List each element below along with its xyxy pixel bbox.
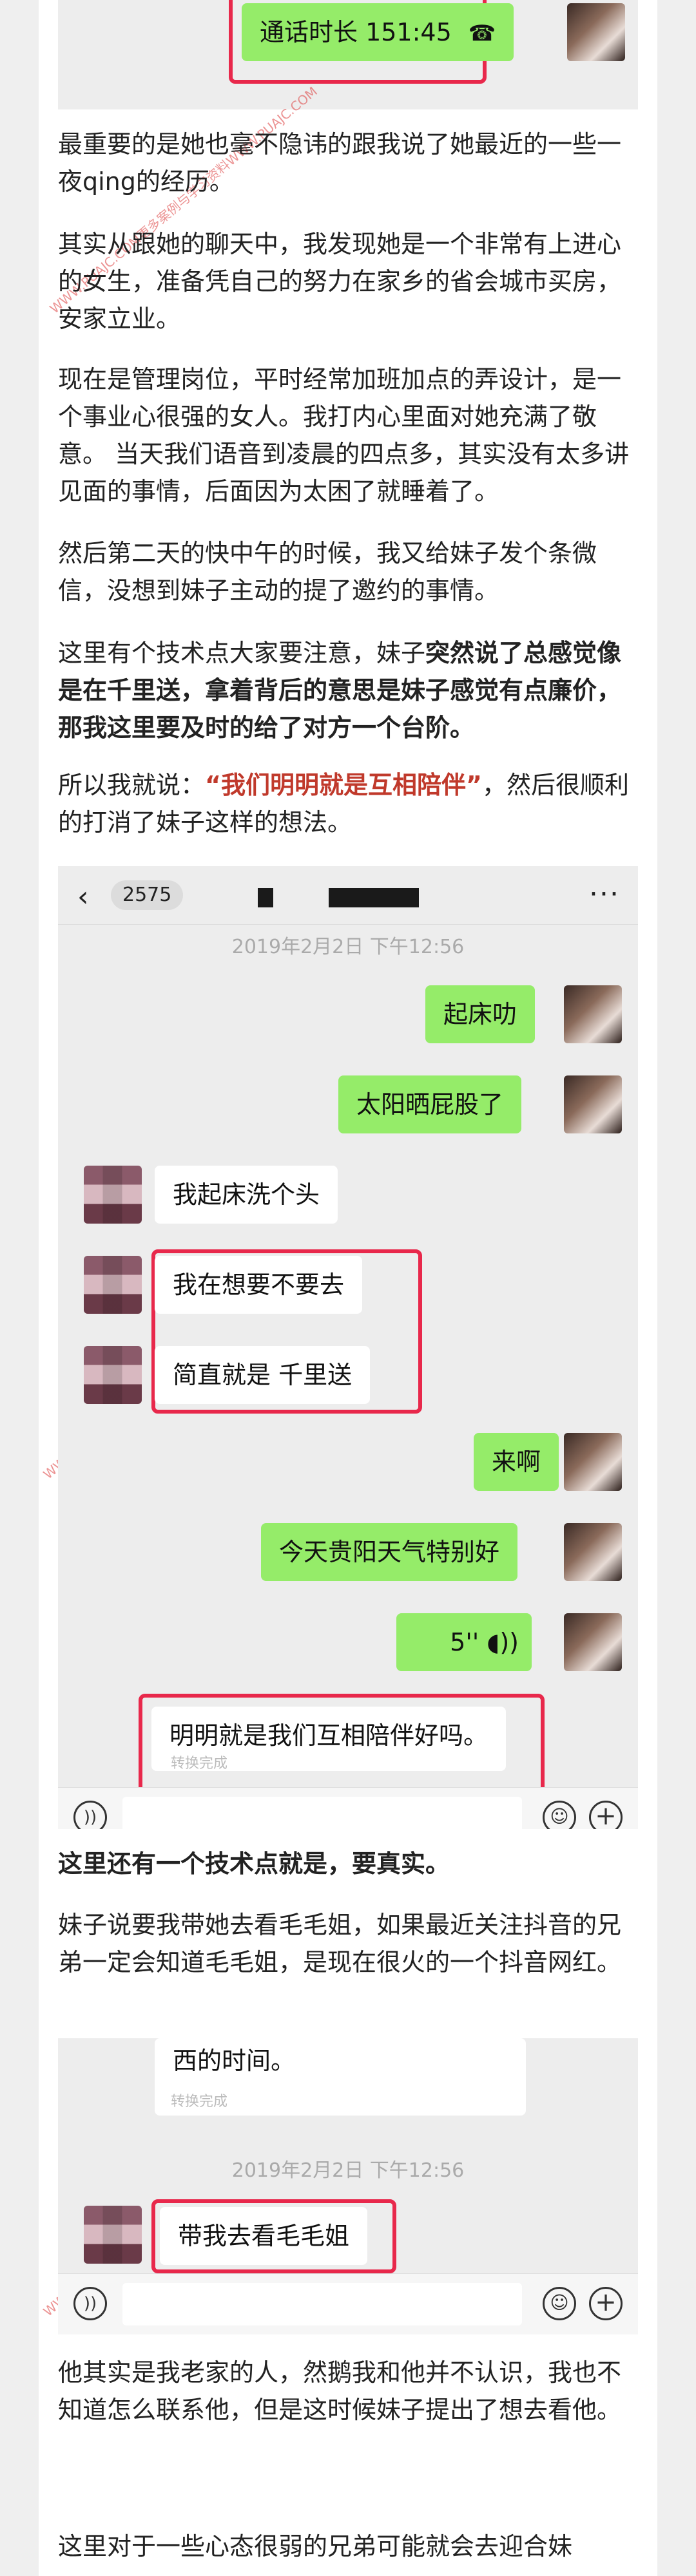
voice-message-bubble[interactable]: 5'' ◖)) [396,1613,532,1671]
message-input[interactable] [122,2283,522,2325]
chat-screenshot: ‹ 2575 ··· 2019年2月2日 下午12:56 起床叻 太阳晒屁股了 … [58,866,638,1829]
chat-input-bar: )) ☺ + [58,1787,638,1829]
message-bubble: 来啊 [474,1433,559,1491]
message-text: 西的时间。 [173,2047,296,2075]
left-margin [0,0,39,2576]
chat-timestamp: 2019年2月2日 下午12:56 [231,2159,465,2182]
right-margin [657,0,696,2576]
paragraph: 最重要的是她也毫不隐讳的跟我说了她最近的一些一夜qing的经历。 [58,130,622,196]
convert-done-label: 转换完成 [171,1756,228,1772]
paragraph-text: 这里有个技术点大家要注意，妹子 [58,639,426,667]
chat-input-bar: )) ☺ + [58,2273,638,2334]
convert-done-label: 转换完成 [171,2094,228,2110]
voice-wave-icon: ◖)) [487,1628,519,1656]
paragraph: 他其实是我老家的人，然鹅我和他并不认识，我也不知道怎么联系他，但是这时候妹子提出… [58,2358,622,2424]
paragraph-text: 所以我就说： [58,771,206,799]
message-bubble: 今天贵阳天气特别好 [261,1523,518,1581]
chat-header: ‹ 2575 ··· [58,866,638,925]
back-arrow-icon[interactable]: ‹ [77,880,89,913]
call-duration-bubble: 通话时长 151:45 ☎ [242,3,514,61]
blurred-name [329,888,419,907]
paragraph: 其实从跟她的聊天中，我发现她是一个非常有上进心的女生，准备凭自己的努力在家乡的省… [58,230,622,333]
message-bubble: 我在想要不要去 [155,1256,363,1314]
avatar [84,1256,142,1314]
call-screenshot: 通话时长 151:45 ☎ [58,0,638,109]
message-bubble: 带我去看毛毛姐 [160,2207,368,2265]
avatar [84,1346,142,1404]
avatar [564,1523,622,1581]
paragraph: 这里有个技术点大家要注意，妹子突然说了总感觉像是在千里送，拿着背后的意思是妹子感… [58,634,638,746]
emoji-icon[interactable]: ☺ [543,2287,576,2320]
message-input[interactable] [122,1797,522,1829]
avatar [564,1075,622,1133]
voice-icon[interactable]: )) [73,2287,107,2320]
avatar [564,1613,622,1671]
unread-badge[interactable]: 2575 [111,880,184,910]
message-bubble: 我起床洗个头 [155,1166,338,1224]
chat-timestamp: 2019年2月2日 下午12:56 [231,936,465,958]
paragraph: 这里还有一个技术点就是，要真实。 [58,1850,450,1878]
paragraph: 然后第二天的快中午的时候，我又给妹子发个条微信，没想到妹子主动的提了邀约的事情。 [58,539,597,605]
phone-hangup-icon: ☎ [468,21,496,46]
emphasis-quote: “我们明明就是互相陪伴” [205,771,482,799]
voice-duration: 5'' [450,1628,479,1656]
plus-icon[interactable]: + [589,2287,623,2320]
voice-icon[interactable]: )) [73,1801,107,1829]
blurred-name [258,888,273,907]
article-page: 通话时长 151:45 ☎ WWW.PUAJC.COM更多案例与学习资料WWW.P… [0,0,696,2576]
avatar [84,2206,142,2264]
avatar [564,985,622,1043]
call-duration-text: 通话时长 151:45 [260,18,452,46]
paragraph: 所以我就说：“我们明明就是互相陪伴”，然后很顺利的打消了妹子这样的想法。 [58,766,638,841]
message-bubble: 太阳晒屁股了 [338,1075,522,1133]
paragraph: 这里对于一些心态很弱的兄弟可能就会去迎合妹 [58,2532,573,2561]
avatar [564,1433,622,1491]
plus-icon[interactable]: + [589,1801,623,1829]
chat-screenshot: 西的时间。 转换完成 2019年2月2日 下午12:56 带我去看毛毛姐 )) … [58,2038,638,2334]
avatar [84,1166,142,1224]
more-icon[interactable]: ··· [589,878,620,911]
paragraph: 现在是管理岗位，平时经常加班加点的弄设计，是一个事业心很强的女人。我打内心里面对… [58,365,630,506]
emoji-icon[interactable]: ☺ [543,1801,576,1829]
avatar [567,3,625,61]
paragraph: 妹子说要我带她去看毛毛姐，如果最近关注抖音的兄弟一定会知道毛毛姐，是现在很火的一… [58,1911,622,1976]
message-bubble: 起床叻 [425,985,536,1043]
message-bubble: 简直就是 千里送 [155,1346,371,1404]
